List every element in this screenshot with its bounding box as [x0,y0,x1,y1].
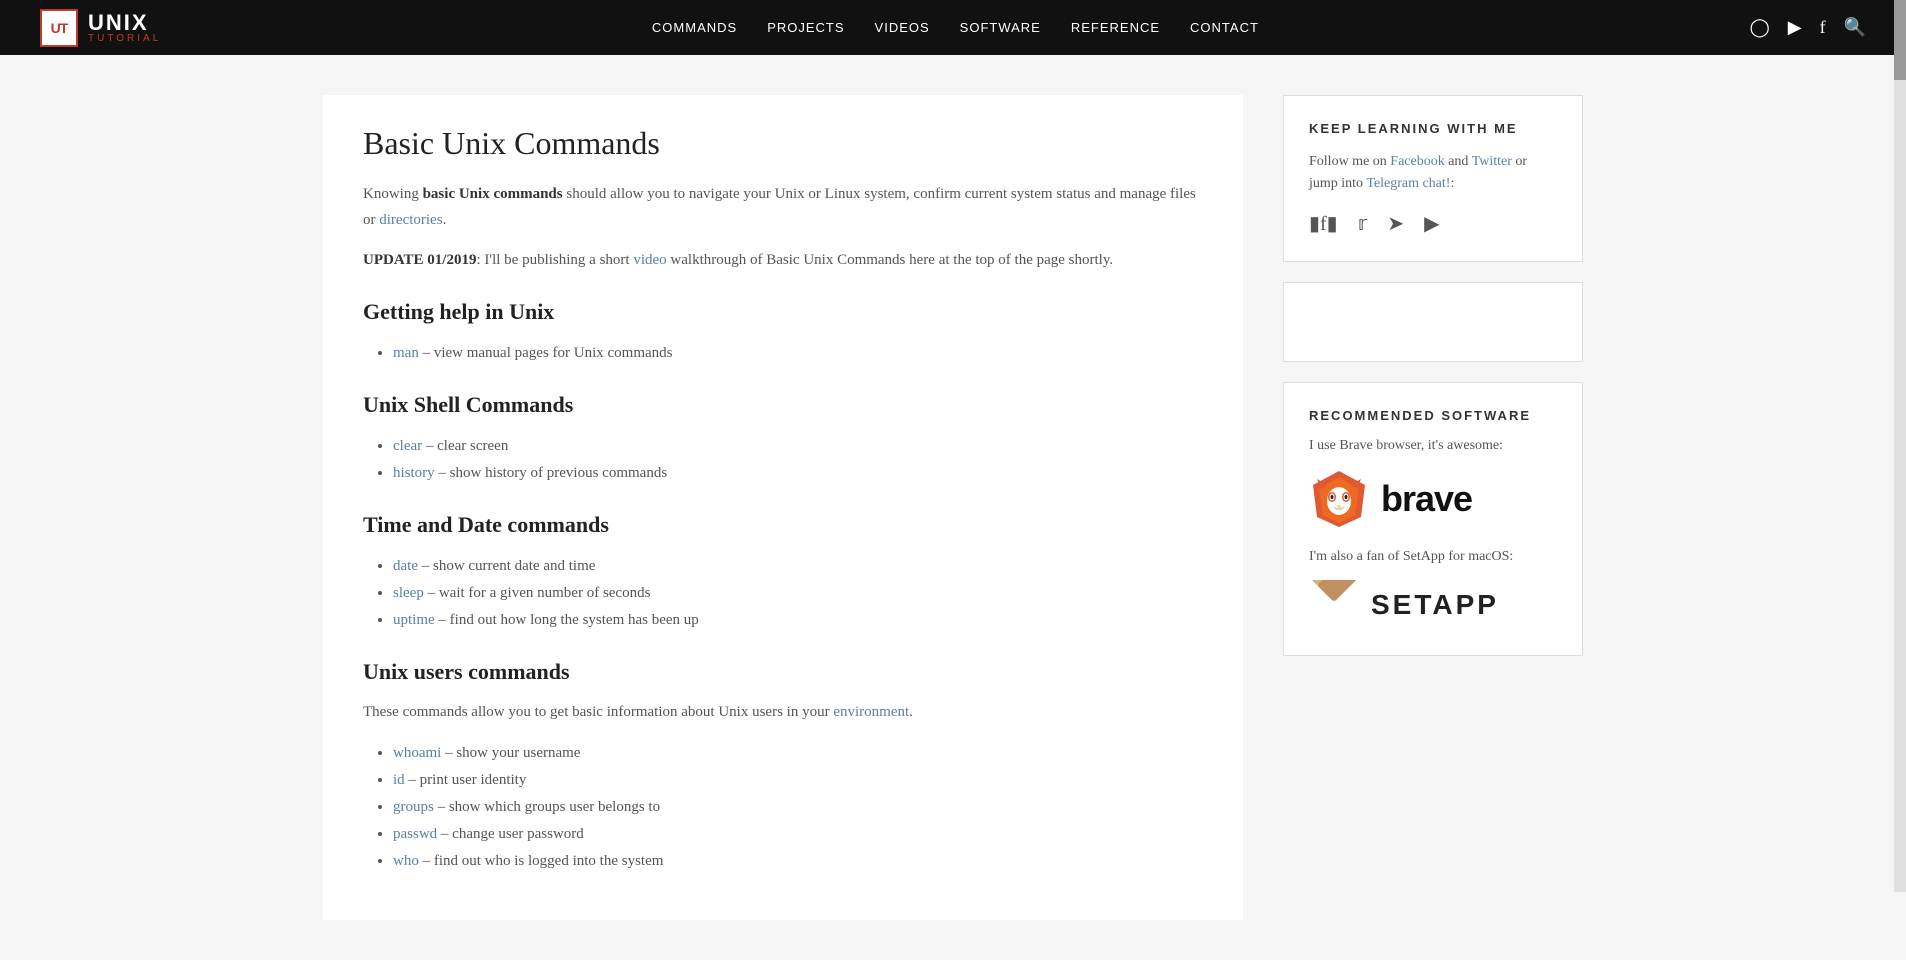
section-title-users: Unix users commands [363,659,1203,685]
list-item: man – view manual pages for Unix command… [393,340,1203,367]
telegram-social-icon[interactable]: ➤ [1387,211,1404,236]
ad-placeholder-box [1283,282,1583,362]
telegram-link[interactable]: Telegram chat! [1366,176,1450,191]
intro-paragraph: Knowing basic Unix commands should allow… [363,182,1203,233]
facebook-follow-link[interactable]: Facebook [1390,154,1444,169]
github-icon[interactable]: ◯ [1750,17,1770,38]
keep-learning-text: Follow me on Facebook and Twitter or jum… [1309,151,1557,196]
social-icons: ▮f▮ 𝕣 ➤ ▶ [1309,211,1557,236]
youtube-icon[interactable]: ▶ [1788,17,1802,38]
groups-link[interactable]: groups [393,799,434,815]
twitter-social-icon[interactable]: 𝕣 [1358,211,1368,236]
section-title-time: Time and Date commands [363,512,1203,538]
brave-lion-icon [1309,469,1369,529]
nav-contact[interactable]: CONTACT [1190,20,1259,35]
environment-link[interactable]: environment [833,704,909,720]
facebook-social-icon[interactable]: ▮f▮ [1309,211,1338,236]
list-item: uptime – find out how long the system ha… [393,607,1203,634]
logo-unix: UNIX [88,12,161,34]
man-link[interactable]: man [393,345,419,361]
logo[interactable]: UT UNIX TUTORIAL [40,9,161,47]
twitter-follow-link[interactable]: Twitter [1472,154,1512,169]
setapp-wordmark: SETAPP [1371,589,1499,621]
page-wrapper: Basic Unix Commands Knowing basic Unix c… [303,55,1603,960]
history-link[interactable]: history [393,465,435,481]
passwd-link[interactable]: passwd [393,826,437,842]
setapp-logo[interactable]: SETAPP [1309,580,1557,630]
header-icons: ◯ ▶ f 🔍 [1750,17,1866,38]
list-item: passwd – change user password [393,821,1203,848]
users-desc: These commands allow you to get basic in… [363,700,1203,726]
setapp-diamond-icon [1309,580,1359,630]
update-label: UPDATE 01/2019 [363,252,476,268]
update-paragraph: UPDATE 01/2019: I'll be publishing a sho… [363,248,1203,274]
brave-text: I use Brave browser, it's awesome: [1309,438,1557,454]
logo-ut: UT [51,20,68,36]
main-content: Basic Unix Commands Knowing basic Unix c… [323,95,1243,920]
logo-tutorial: TUTORIAL [88,34,161,44]
list-item: date – show current date and time [393,553,1203,580]
video-link[interactable]: video [633,252,666,268]
sidebar: KEEP LEARNING WITH ME Follow me on Faceb… [1283,95,1583,920]
recommended-title: RECOMMENDED SOFTWARE [1309,408,1557,423]
recommended-software-box: RECOMMENDED SOFTWARE I use Brave browser… [1283,382,1583,656]
main-nav: COMMANDS PROJECTS VIDEOS SOFTWARE REFERE… [652,20,1259,35]
list-item: who – find out who is logged into the sy… [393,848,1203,875]
sleep-link[interactable]: sleep [393,585,424,601]
date-link[interactable]: date [393,558,418,574]
section-title-help: Getting help in Unix [363,299,1203,325]
keep-learning-box: KEEP LEARNING WITH ME Follow me on Faceb… [1283,95,1583,262]
whoami-link[interactable]: whoami [393,745,441,761]
setapp-section: I'm also a fan of SetApp for macOS: SETA… [1309,549,1557,630]
directories-link[interactable]: directories [379,212,442,228]
site-header: UT UNIX TUTORIAL COMMANDS PROJECTS VIDEO… [0,0,1906,55]
shell-commands-list: clear – clear screen history – show hist… [363,433,1203,487]
search-icon[interactable]: 🔍 [1844,17,1866,38]
nav-commands[interactable]: COMMANDS [652,20,737,35]
brave-logo[interactable]: brave [1309,469,1557,529]
id-link[interactable]: id [393,772,405,788]
help-commands-list: man – view manual pages for Unix command… [363,340,1203,367]
brave-wordmark: brave [1381,478,1472,520]
intro-bold: basic Unix commands [423,186,563,202]
who-link[interactable]: who [393,853,419,869]
users-commands-list: whoami – show your username id – print u… [363,740,1203,875]
list-item: id – print user identity [393,767,1203,794]
youtube-social-icon[interactable]: ▶ [1424,211,1439,236]
list-item: sleep – wait for a given number of secon… [393,580,1203,607]
logo-text: UNIX TUTORIAL [88,12,161,44]
nav-software[interactable]: SOFTWARE [960,20,1041,35]
nav-projects[interactable]: PROJECTS [767,20,844,35]
section-title-shell: Unix Shell Commands [363,392,1203,418]
scrollbar-track[interactable] [1894,0,1906,892]
list-item: clear – clear screen [393,433,1203,460]
scrollbar-thumb[interactable] [1894,0,1906,80]
setapp-text: I'm also a fan of SetApp for macOS: [1309,549,1557,565]
time-commands-list: date – show current date and time sleep … [363,553,1203,634]
brave-section: I use Brave browser, it's awesome: [1309,438,1557,529]
page-title: Basic Unix Commands [363,125,1203,162]
clear-link[interactable]: clear [393,438,422,454]
facebook-icon[interactable]: f [1820,17,1826,38]
keep-learning-title: KEEP LEARNING WITH ME [1309,121,1557,136]
list-item: history – show history of previous comma… [393,460,1203,487]
logo-box: UT [40,9,78,47]
list-item: groups – show which groups user belongs … [393,794,1203,821]
uptime-link[interactable]: uptime [393,612,435,628]
nav-reference[interactable]: REFERENCE [1071,20,1160,35]
list-item: whoami – show your username [393,740,1203,767]
nav-videos[interactable]: VIDEOS [875,20,930,35]
